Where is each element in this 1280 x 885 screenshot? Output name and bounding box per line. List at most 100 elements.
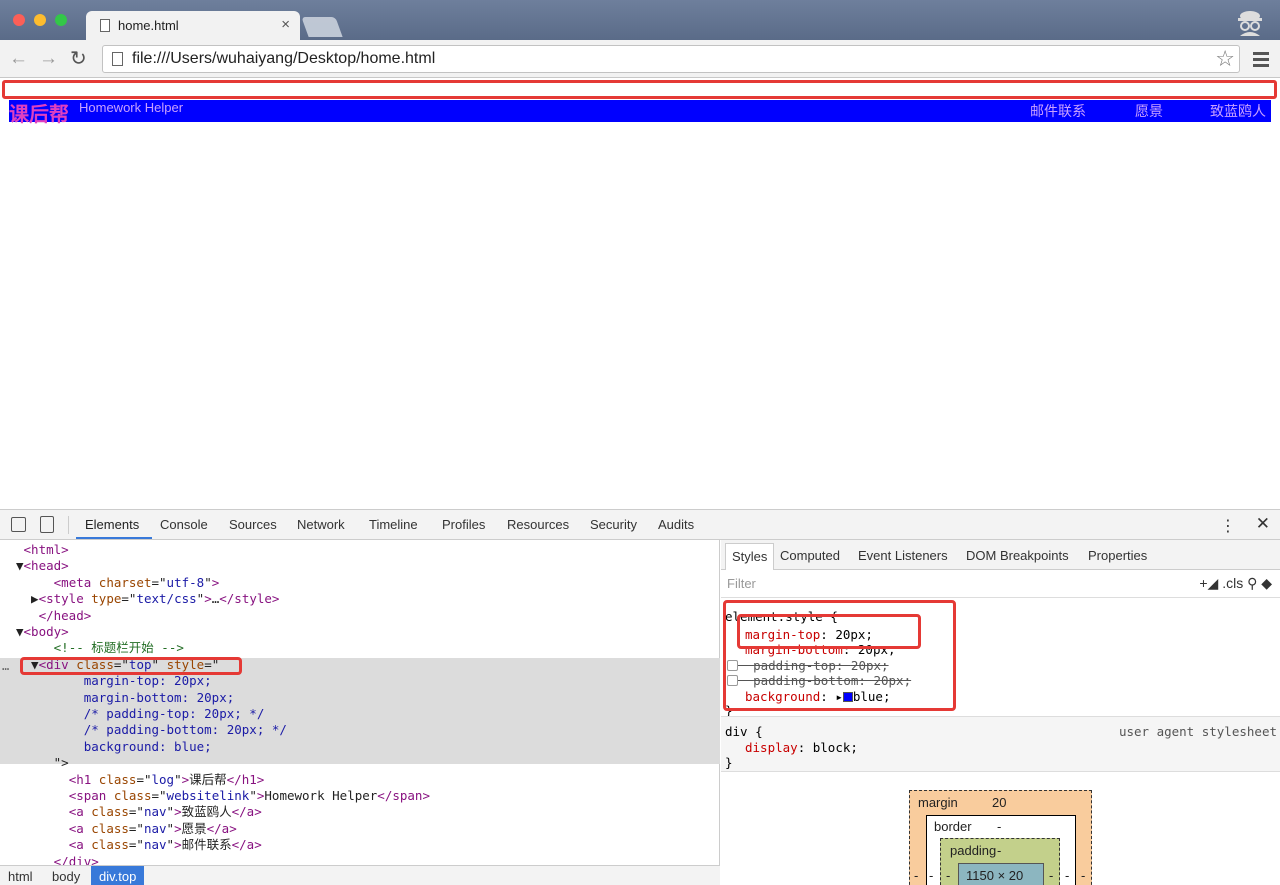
tab-title: home.html xyxy=(118,18,179,33)
dom-token: class xyxy=(91,837,129,853)
dom-tree-line[interactable]: ▼<body> xyxy=(16,624,69,640)
dom-tree-line[interactable]: /* padding-bottom: 20px; */ xyxy=(16,722,287,738)
tab-audits[interactable]: Audits xyxy=(658,517,694,532)
dom-tree-line[interactable]: <h1 class="log">课后帮</h1> xyxy=(16,771,265,788)
dom-token: <style xyxy=(38,591,92,607)
minimize-window-button[interactable] xyxy=(34,14,46,26)
breadcrumb-div-top[interactable]: div.top xyxy=(91,866,145,885)
tab-elements[interactable]: Elements xyxy=(85,517,139,532)
dom-tree-line[interactable]: ▶<style type="text/css">…</style> xyxy=(16,591,279,607)
tab-dom-breakpoints[interactable]: DOM Breakpoints xyxy=(966,548,1069,563)
forward-arrow-icon[interactable]: → xyxy=(39,48,58,70)
dom-token: </a> xyxy=(231,804,262,820)
dom-tree-line[interactable]: "> xyxy=(16,755,69,771)
node-ellipsis[interactable]: … xyxy=(2,658,9,674)
zoom-window-button[interactable] xyxy=(55,14,67,26)
breadcrumb-html[interactable]: html xyxy=(8,869,33,884)
box-model-margin-value[interactable]: 20 xyxy=(992,795,1006,810)
reload-icon[interactable]: ↻ xyxy=(70,46,87,71)
box-model-content-size[interactable]: 1150 × 20 xyxy=(966,868,1023,883)
dom-token: =" xyxy=(151,788,167,803)
dom-token: =" xyxy=(136,771,152,787)
dom-token: <a xyxy=(68,804,92,820)
dom-tree-line[interactable]: margin-bottom: 20px; xyxy=(16,690,235,706)
dom-token: type xyxy=(91,591,122,607)
dom-tree-line[interactable]: ▼<head> xyxy=(16,558,69,574)
tab-properties[interactable]: Properties xyxy=(1088,548,1147,563)
dom-tree-line[interactable]: background: blue; xyxy=(16,739,212,755)
box-model-border-label: border xyxy=(934,819,972,834)
dom-tree-line[interactable]: </head> xyxy=(16,607,92,624)
toolbar-divider xyxy=(68,516,69,534)
dom-token: " xyxy=(174,771,182,787)
tab-security[interactable]: Security xyxy=(590,517,637,532)
disclosure-triangle-icon[interactable]: ▼ xyxy=(16,558,24,573)
menu-icon[interactable] xyxy=(1253,52,1269,70)
tab-styles[interactable]: Styles xyxy=(725,543,775,570)
window-titlebar: home.html × xyxy=(0,0,1280,41)
nav-link-email[interactable]: 邮件联系 xyxy=(1030,101,1086,121)
dom-tree-line[interactable]: <a class="nav">愿景</a> xyxy=(16,821,237,837)
dom-token: " xyxy=(166,837,175,853)
dom-token: class xyxy=(113,788,152,803)
disclosure-triangle-icon[interactable]: ▶ xyxy=(16,591,39,606)
dom-token: <!-- 标题栏开始 --> xyxy=(53,640,184,656)
box-model-padding-left: - xyxy=(946,868,951,883)
tab-profiles[interactable]: Profiles xyxy=(442,517,485,532)
dom-tree-line[interactable]: <span class="websitelink">Homework Helpe… xyxy=(16,788,430,804)
dom-token: background: blue; xyxy=(83,738,212,754)
tab-console[interactable]: Console xyxy=(160,517,208,532)
dom-token: class xyxy=(91,820,129,836)
filter-input[interactable]: Filter xyxy=(727,576,756,591)
more-options-icon[interactable]: ⋮ xyxy=(1220,516,1236,536)
nav-link-vision[interactable]: 愿景 xyxy=(1135,101,1163,121)
dom-tree-line[interactable]: margin-top: 20px; xyxy=(16,673,212,689)
url-text[interactable]: file:///Users/wuhaiyang/Desktop/home.htm… xyxy=(132,50,435,68)
browser-tab[interactable]: home.html × xyxy=(86,11,300,41)
filter-tools[interactable]: +◢ .cls ⚲ ◆ xyxy=(1199,575,1272,592)
nav-link-lanou[interactable]: 致蓝鸥人 xyxy=(1210,101,1266,121)
device-mode-icon[interactable] xyxy=(40,516,54,533)
devtools-tabbar: Elements Console Sources Network Timelin… xyxy=(0,510,1280,540)
inspect-element-icon[interactable] xyxy=(11,517,26,532)
tab-network[interactable]: Network xyxy=(297,517,345,532)
dom-tree-line[interactable]: /* padding-top: 20px; */ xyxy=(16,706,265,722)
address-bar[interactable]: file:///Users/wuhaiyang/Desktop/home.htm… xyxy=(102,45,1240,73)
tab-close-icon[interactable]: × xyxy=(281,16,290,33)
dom-token: " xyxy=(204,574,212,590)
tab-resources[interactable]: Resources xyxy=(507,517,569,532)
dom-tree-line[interactable]: <!-- 标题栏开始 --> xyxy=(16,640,184,656)
dom-tree-line[interactable]: <html> xyxy=(16,542,69,558)
styles-filter-row: Filter +◢ .cls ⚲ ◆ xyxy=(721,570,1280,598)
dom-token: </head> xyxy=(38,607,92,623)
breadcrumb-body[interactable]: body xyxy=(52,869,80,884)
box-model-padding-right: - xyxy=(1049,868,1054,883)
dom-token: =" xyxy=(128,820,144,836)
dom-token: 致蓝鸥人 xyxy=(181,804,232,820)
tab-computed[interactable]: Computed xyxy=(780,548,840,563)
dom-token: nav xyxy=(143,804,167,820)
dom-tree-line[interactable]: <a class="nav">邮件联系</a> xyxy=(16,837,262,853)
tab-event-listeners[interactable]: Event Listeners xyxy=(858,548,948,563)
dom-tree-line[interactable]: <meta charset="utf-8"> xyxy=(16,574,220,591)
dom-token: /* padding-top: 20px; */ xyxy=(83,706,265,721)
dom-token: 邮件联系 xyxy=(181,837,232,853)
page-topbar: 课后帮 Homework Helper 邮件联系 愿景 致蓝鸥人 xyxy=(9,100,1271,126)
tab-timeline[interactable]: Timeline xyxy=(369,517,418,532)
bookmark-star-icon[interactable]: ☆ xyxy=(1215,46,1235,72)
dom-token: charset xyxy=(98,574,152,590)
tab-sources[interactable]: Sources xyxy=(229,517,277,532)
dom-tree-line[interactable]: <a class="nav">致蓝鸥人</a> xyxy=(16,804,262,820)
box-model-border-value[interactable]: - xyxy=(997,819,1001,834)
dom-token: =" xyxy=(128,837,144,853)
close-devtools-icon[interactable]: ✕ xyxy=(1256,514,1270,534)
box-model-padding-value[interactable]: - xyxy=(997,843,1001,858)
new-tab-button[interactable] xyxy=(301,17,343,37)
close-window-button[interactable] xyxy=(13,14,25,26)
back-arrow-icon[interactable]: ← xyxy=(9,48,28,70)
disclosure-triangle-icon[interactable]: ▼ xyxy=(16,624,24,639)
